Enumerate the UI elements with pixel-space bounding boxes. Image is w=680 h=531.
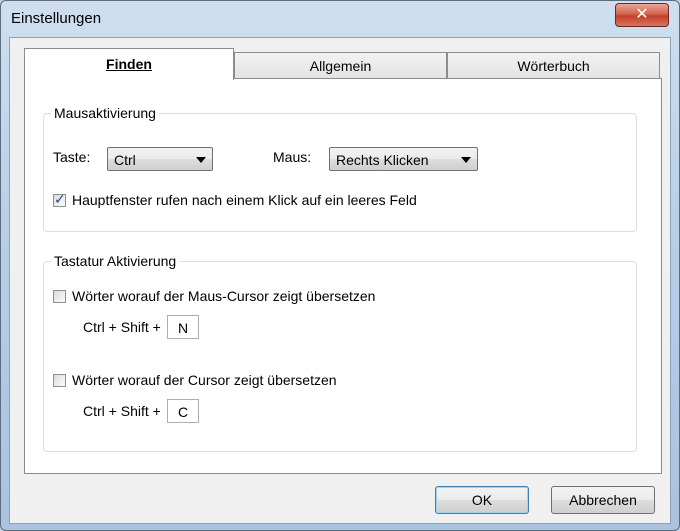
shortcut1-prefix: Ctrl + Shift + — [83, 319, 161, 335]
taste-dropdown-value: Ctrl — [114, 152, 136, 168]
taste-label: Taste: — [53, 149, 91, 165]
window-title: Einstellungen — [11, 10, 102, 27]
tab-finden[interactable]: Finden — [24, 48, 234, 80]
maus-dropdown-value: Rechts Klicken — [336, 152, 429, 168]
tab-allgemein-label: Allgemein — [309, 58, 372, 74]
title-bar[interactable]: Einstellungen ✕ — [1, 1, 679, 37]
close-icon: ✕ — [635, 6, 649, 23]
shortcut2-prefix: Ctrl + Shift + — [83, 403, 161, 419]
cancel-button[interactable]: Abbrechen — [551, 486, 655, 514]
main-window-click-label[interactable]: Hauptfenster rufen nach einem Klick auf … — [72, 192, 417, 208]
keyboard-activation-legend: Tastatur Aktivierung — [51, 253, 180, 269]
translate-mouse-cursor-label[interactable]: Wörter worauf der Maus-Cursor zeigt über… — [72, 288, 375, 304]
settings-dialog: Einstellungen ✕ Finden Allgemein Wörterb… — [0, 0, 680, 531]
mouse-activation-legend: Mausaktivierung — [51, 105, 159, 121]
taste-dropdown[interactable]: Ctrl — [107, 147, 213, 171]
tab-allgemein[interactable]: Allgemein — [234, 52, 447, 79]
mouse-activation-group — [43, 113, 637, 232]
maus-label: Maus: — [273, 149, 312, 165]
shortcut1-key-field[interactable]: N — [167, 315, 199, 339]
translate-cursor-label[interactable]: Wörter worauf der Cursor zeigt übersetze… — [72, 372, 337, 388]
translate-mouse-cursor-checkbox[interactable] — [53, 290, 66, 303]
main-window-click-checkbox[interactable]: ✓ — [53, 191, 66, 207]
tab-woerterbuch[interactable]: Wörterbuch — [447, 52, 660, 79]
shortcut2-key-field[interactable]: C — [167, 399, 199, 423]
tab-panel-finden: Mausaktivierung Taste: Ctrl Maus: Rechts… — [24, 78, 662, 474]
checkmark-icon: ✓ — [54, 191, 66, 207]
maus-dropdown[interactable]: Rechts Klicken — [329, 147, 478, 171]
tab-finden-label: Finden — [106, 56, 152, 72]
dialog-body: Finden Allgemein Wörterbuch Mausaktivier… — [9, 37, 671, 524]
close-button[interactable]: ✕ — [615, 3, 669, 27]
chevron-down-icon — [461, 157, 471, 163]
chevron-down-icon — [196, 157, 206, 163]
translate-cursor-checkbox[interactable] — [53, 374, 66, 387]
ok-button[interactable]: OK — [435, 486, 529, 514]
tab-woerterbuch-label: Wörterbuch — [517, 58, 590, 74]
